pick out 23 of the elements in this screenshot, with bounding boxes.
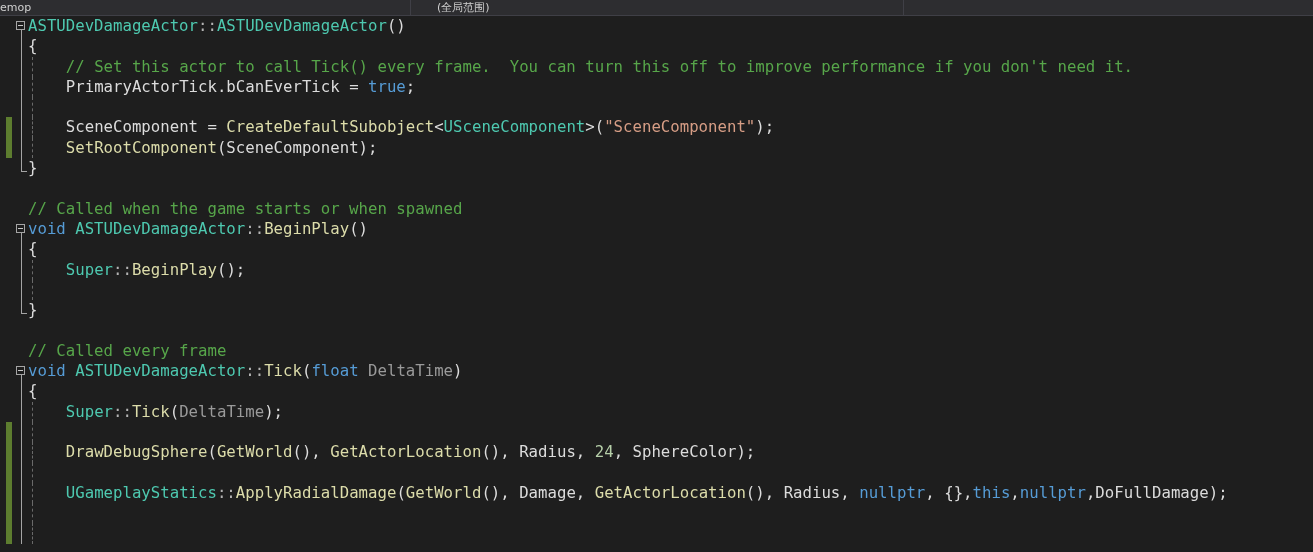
code-line: Super::Tick(DeltaTime); — [65, 401, 284, 422]
collapse-icon[interactable] — [16, 223, 25, 233]
code-line: // Set this actor to call Tick() every frame. You can turn this off to improve performance if you don't need it. — [65, 56, 1134, 77]
scope-dropdown[interactable]: emop — [0, 0, 410, 15]
scope-dropdown[interactable]: (全局范围) — [410, 0, 903, 15]
code-line: { — [28, 36, 38, 57]
code-line: } — [28, 158, 38, 179]
code-line: void ASTUDevDamageActor::BeginPlay() — [28, 218, 369, 240]
code-line: DrawDebugSphere(GetWorld(), GetActorLocation(), Radius, 24, SphereColor); — [65, 442, 756, 463]
code-line: // Called every frame — [28, 340, 227, 362]
code-line: ASTUDevDamageActor::ASTUDevDamageActor() — [28, 16, 406, 37]
code-line: Super::BeginPlay(); — [65, 259, 246, 280]
code-line: SetRootComponent(SceneComponent); — [65, 137, 378, 159]
code-line: } — [28, 300, 38, 321]
code-line: // Called when the game starts or when spawned — [28, 198, 463, 219]
code-line: void ASTUDevDamageActor::Tick(float DeltaTime) — [28, 361, 463, 382]
code-line: UGameplayStatics::ApplyRadialDamage(GetWorld(), Damage, GetActorLocation(), Radius, nullptr, {},this,nullptr,DoFullDamage); — [65, 482, 1228, 504]
code-line: { — [28, 381, 38, 402]
code-line: SceneComponent = CreateDefaultSubobject<USceneComponent>("SceneComponent"); — [65, 117, 775, 138]
code-line: PrimaryActorTick.bCanEverTick = true; — [65, 76, 416, 98]
collapse-icon[interactable] — [16, 366, 25, 376]
code-line: { — [28, 239, 38, 260]
collapse-icon[interactable] — [16, 21, 25, 30]
